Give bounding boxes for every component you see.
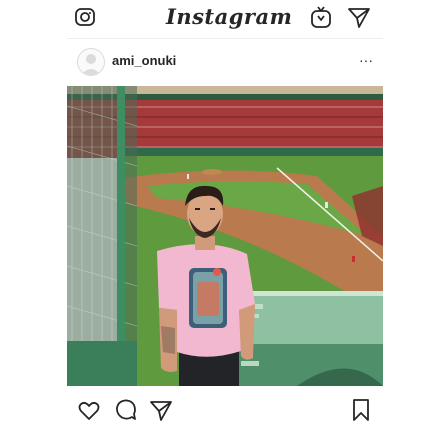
post-header: ami_onuki ··· (67, 44, 383, 82)
bookmark-icon[interactable] (349, 398, 373, 422)
igtv-icon[interactable] (310, 5, 332, 29)
heart-icon[interactable] (77, 398, 101, 422)
camera-icon[interactable] (73, 5, 97, 29)
more-options-icon[interactable]: ··· (357, 50, 375, 70)
username-link[interactable]: ami_onuki (112, 53, 176, 69)
post-photo[interactable] (67, 86, 383, 386)
direct-message-icon[interactable] (347, 5, 371, 29)
top-bar: Instagram (0, 0, 434, 36)
app-logo: Instagram (166, 4, 293, 29)
avatar[interactable] (77, 48, 105, 76)
comment-icon[interactable] (114, 398, 138, 422)
post-actions (67, 388, 383, 428)
divider (67, 38, 383, 39)
share-icon[interactable] (149, 398, 173, 422)
